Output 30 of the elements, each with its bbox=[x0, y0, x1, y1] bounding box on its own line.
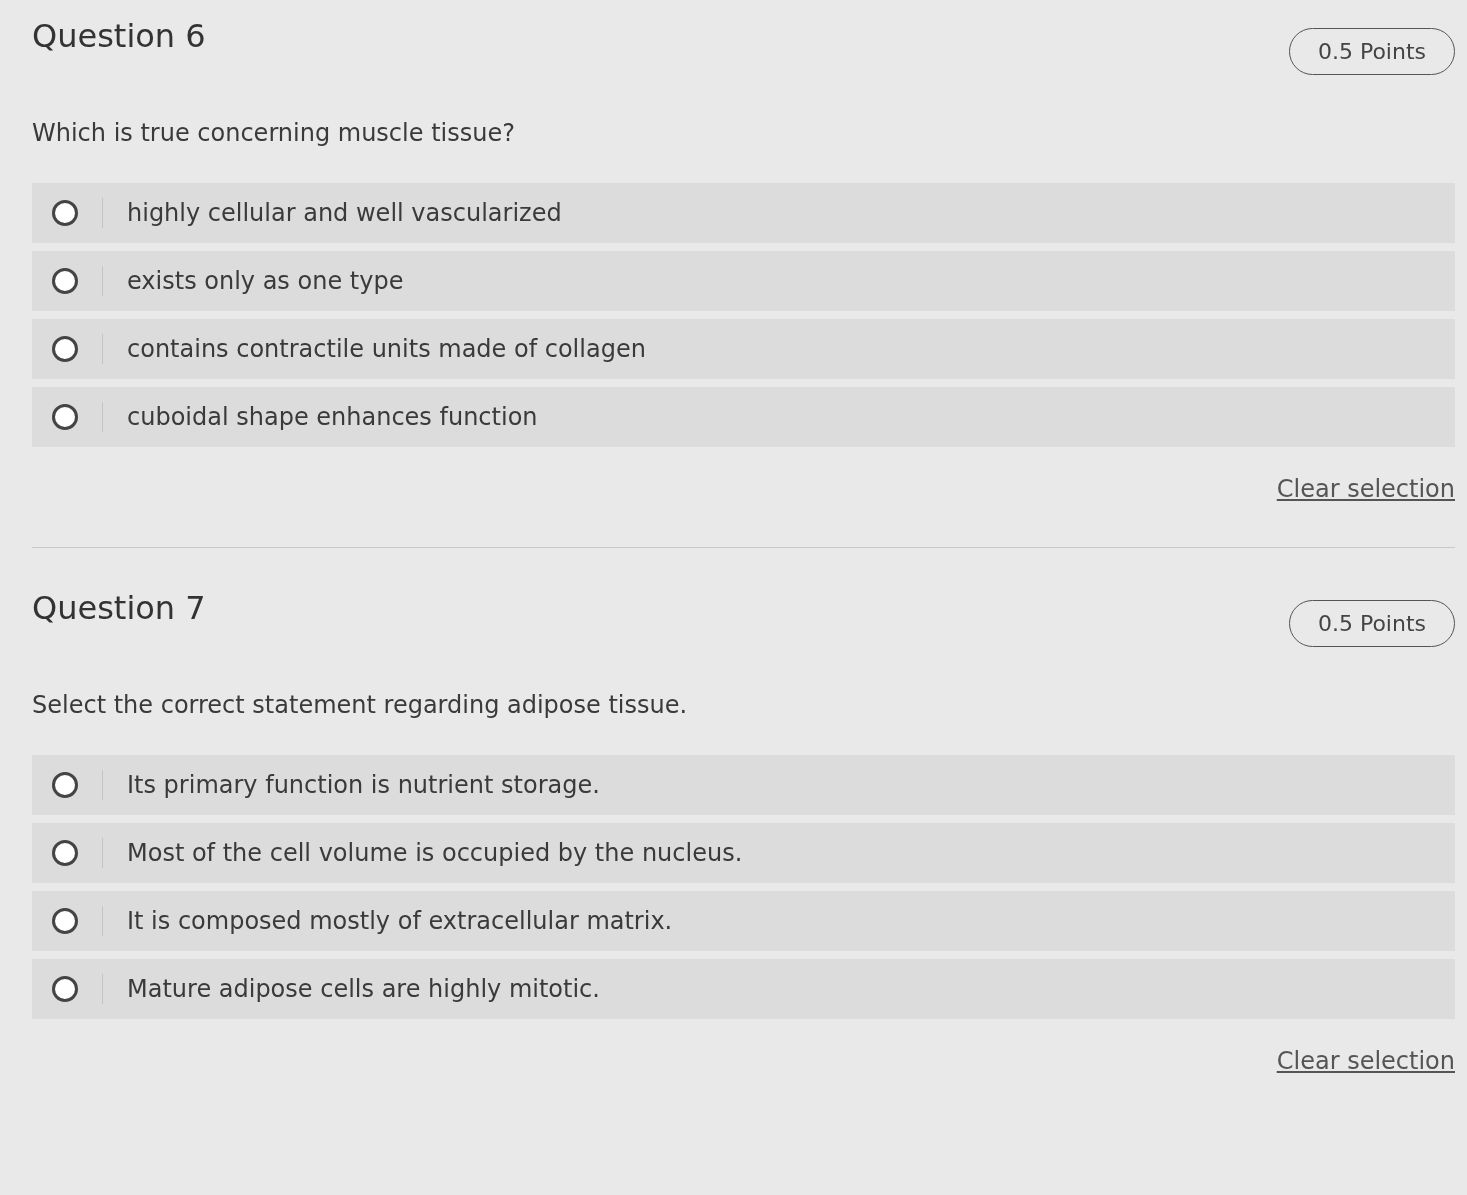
radio-button[interactable] bbox=[52, 908, 78, 934]
answer-option[interactable]: cuboidal shape enhances function bbox=[32, 387, 1455, 447]
radio-button[interactable] bbox=[52, 336, 78, 362]
answer-option[interactable]: exists only as one type bbox=[32, 251, 1455, 311]
answer-option[interactable]: contains contractile units made of collagen bbox=[32, 319, 1455, 379]
clear-selection-link[interactable]: Clear selection bbox=[1276, 471, 1455, 507]
radio-button[interactable] bbox=[52, 404, 78, 430]
option-label: Its primary function is nutrient storage. bbox=[127, 770, 600, 801]
radio-button[interactable] bbox=[52, 976, 78, 1002]
answer-option[interactable]: Most of the cell volume is occupied by the nucleus. bbox=[32, 823, 1455, 883]
option-label: exists only as one type bbox=[127, 266, 404, 297]
radio-button[interactable] bbox=[52, 840, 78, 866]
answer-option[interactable]: It is composed mostly of extracellular matrix. bbox=[32, 891, 1455, 951]
clear-selection-link[interactable]: Clear selection bbox=[1276, 1043, 1455, 1079]
answer-option[interactable]: Its primary function is nutrient storage. bbox=[32, 755, 1455, 815]
option-label: Most of the cell volume is occupied by the nucleus. bbox=[127, 838, 743, 869]
question-title: Question 6 bbox=[32, 16, 206, 56]
question-title: Question 7 bbox=[32, 588, 206, 628]
option-label: cuboidal shape enhances function bbox=[127, 402, 538, 433]
option-label: It is composed mostly of extracellular matrix. bbox=[127, 906, 673, 937]
question-text: Select the correct statement regarding adipose tissue. bbox=[32, 690, 689, 721]
option-label: highly cellular and well vascularized bbox=[127, 198, 562, 229]
question-text: Which is true concerning muscle tissue? bbox=[32, 118, 516, 149]
answer-option[interactable]: Mature adipose cells are highly mitotic. bbox=[32, 959, 1455, 1019]
radio-button[interactable] bbox=[52, 268, 78, 294]
answer-option[interactable]: highly cellular and well vascularized bbox=[32, 183, 1455, 243]
option-label: Mature adipose cells are highly mitotic. bbox=[127, 974, 600, 1005]
radio-button[interactable] bbox=[52, 772, 78, 798]
option-label: contains contractile units made of collagen bbox=[127, 334, 646, 365]
radio-button[interactable] bbox=[52, 200, 78, 226]
